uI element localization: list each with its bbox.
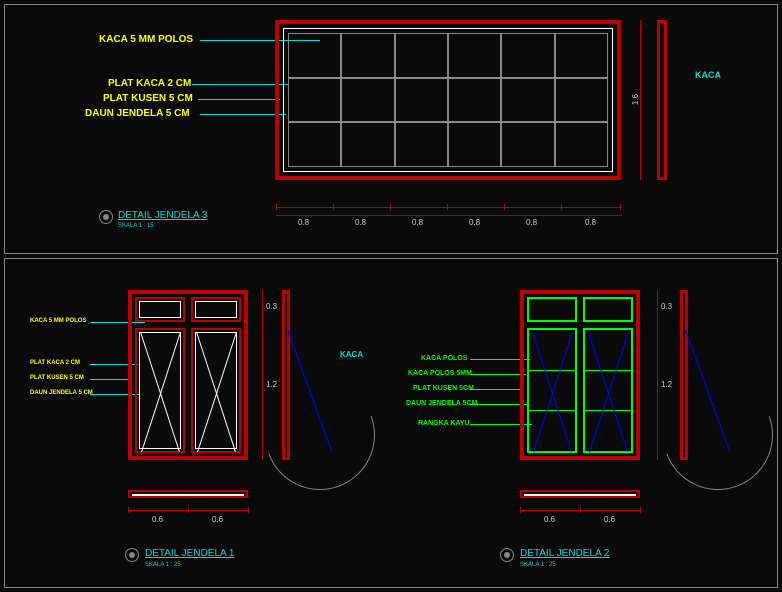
marker-icon	[500, 548, 514, 562]
dim-value: 0.3	[661, 302, 672, 311]
window-2-transom-l	[527, 297, 577, 322]
marker-icon	[125, 548, 139, 562]
dim-vert	[657, 290, 658, 460]
window-3-section	[657, 20, 667, 180]
dim-value: 0.6	[544, 515, 555, 524]
leader-line	[90, 379, 132, 380]
leader-line	[192, 84, 288, 85]
dim-value: 0.8	[355, 218, 366, 227]
marker-icon	[99, 210, 113, 224]
window-1-plan	[128, 490, 248, 498]
d1-label-kaca: KACA	[340, 350, 363, 359]
dim-value: 0.3	[266, 302, 277, 311]
label-daun-jendela: DAUN JENDELA 5 CM	[85, 108, 190, 119]
window-2-transom-r	[583, 297, 633, 322]
d2-label-5: RANGKA KAYU	[418, 420, 470, 427]
scale-detail-2: SKALA 1 : 25	[520, 562, 556, 568]
label-kaca-5mm: KACA 5 MM POLOS	[99, 34, 193, 45]
d2-label-4: DAUN JENDELA 5CM	[406, 400, 477, 407]
dim-value: 1.2	[661, 380, 672, 389]
dim-value: 0.6	[152, 515, 163, 524]
d1-label-2: PLAT KACA 2 CM	[30, 360, 80, 366]
d2-label-1: KACA POLOS	[421, 355, 467, 362]
dim-value: 0.8	[585, 218, 596, 227]
window-2-plan	[520, 490, 640, 498]
d1-label-4: DAUN JENDELA 5 CM	[30, 390, 93, 396]
label-plat-kusen: PLAT KUSEN 5 CM	[103, 93, 193, 104]
leader-line	[198, 99, 280, 100]
title-detail-2: DETAIL JENDELA 2	[520, 548, 609, 559]
dim-horiz	[276, 207, 622, 208]
leader-line	[200, 114, 286, 115]
scale-detail-3: SKALA 1 : 15	[118, 223, 154, 229]
scale-detail-1: SKALA 1 : 25	[145, 562, 181, 568]
d1-label-3: PLAT KUSEN 5 CM	[30, 375, 84, 381]
d2-label-2: KACA POLOS 5MM	[408, 370, 472, 377]
dim-vert	[262, 290, 263, 460]
d2-label-3: PLAT KUSEN 5CM	[413, 385, 474, 392]
dim-value: 0.6	[604, 515, 615, 524]
dim-value: 1.2	[266, 380, 277, 389]
d1-label-1: KACA 5 MM POLOS	[30, 318, 86, 324]
title-detail-3: DETAIL JENDELA 3	[118, 210, 207, 221]
dim-value: 0.8	[469, 218, 480, 227]
dim-value: 0.8	[526, 218, 537, 227]
title-detail-1: DETAIL JENDELA 1	[145, 548, 234, 559]
dim-value: 0.6	[212, 515, 223, 524]
dim-vert	[640, 20, 641, 180]
dim-horiz	[276, 215, 622, 216]
dim-value: 0.8	[298, 218, 309, 227]
label-plat-kaca: PLAT KACA 2 CM	[108, 78, 191, 89]
dim-value: 0.8	[412, 218, 423, 227]
window-3-grid	[288, 33, 608, 167]
label-kaca-side: KACA	[695, 70, 721, 80]
dim-value: 1.6	[631, 94, 640, 105]
